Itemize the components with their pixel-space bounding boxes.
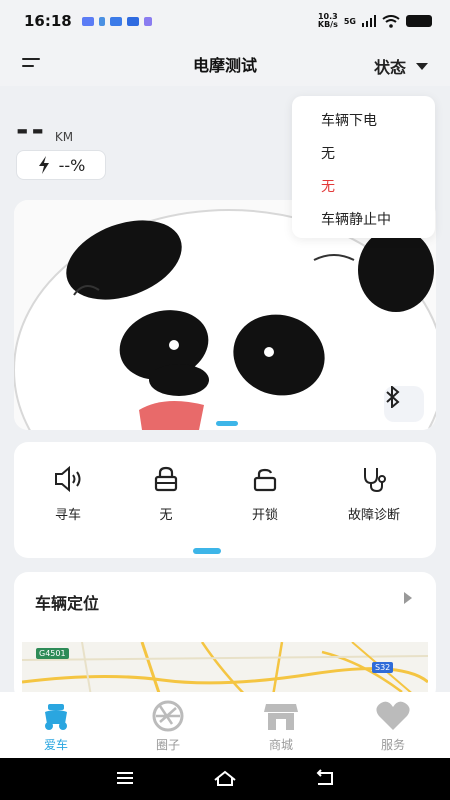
mileage-value: -- bbox=[16, 113, 47, 148]
location-title: 车辆定位 bbox=[35, 594, 100, 613]
system-navigation-bar bbox=[0, 758, 450, 800]
action-label: 故障诊断 bbox=[347, 508, 400, 523]
heart-icon bbox=[376, 701, 410, 730]
lock-icon bbox=[154, 466, 178, 492]
cell-signal-icon bbox=[362, 15, 376, 27]
stethoscope-icon bbox=[364, 468, 386, 493]
signal-label: 5G bbox=[343, 16, 356, 26]
tab-service[interactable]: 服务 bbox=[353, 700, 433, 753]
caret-down-icon bbox=[416, 62, 428, 70]
tab-label: 圈子 bbox=[155, 738, 180, 752]
bottom-tab-bar: 爱车 圈子 商城 服务 bbox=[0, 692, 450, 758]
action-label: 寻车 bbox=[54, 508, 81, 523]
tab-label: 服务 bbox=[380, 738, 405, 752]
tab-my-vehicle[interactable]: 爱车 bbox=[16, 700, 96, 753]
quick-actions-page-indicator bbox=[193, 548, 221, 554]
app-bar: 电摩测试 状态 bbox=[0, 42, 450, 86]
status-menu-item[interactable]: 无 bbox=[292, 174, 435, 207]
notification-icon bbox=[81, 16, 94, 26]
lock-button[interactable]: 无 bbox=[121, 464, 211, 523]
road-sign: S32 bbox=[372, 662, 394, 673]
store-icon bbox=[264, 704, 298, 730]
status-label: 状态 bbox=[373, 58, 406, 77]
status-bar: 16:18 10.3 KB/s 5G bbox=[0, 0, 450, 42]
tab-label: 商城 bbox=[268, 738, 293, 752]
find-vehicle-button[interactable]: 寻车 bbox=[23, 464, 113, 523]
status-dropdown-menu: 车辆下电 无 无 车辆静止中 bbox=[292, 96, 435, 238]
mileage-display: -- KM bbox=[16, 113, 74, 148]
bluetooth-button[interactable] bbox=[384, 386, 424, 422]
battery-level-chip: --% bbox=[16, 150, 106, 180]
scooter-icon bbox=[45, 704, 67, 730]
action-label: 开锁 bbox=[251, 508, 278, 523]
bluetooth-icon bbox=[386, 386, 400, 408]
chevron-right-icon[interactable] bbox=[404, 592, 412, 604]
notification-icons bbox=[81, 16, 152, 26]
tab-circle[interactable]: 圈子 bbox=[128, 700, 208, 753]
tab-label: 爱车 bbox=[43, 738, 68, 752]
battery-percent: --% bbox=[58, 155, 86, 175]
network-speed: 10.3 KB/s bbox=[317, 12, 338, 29]
mileage-unit: KM bbox=[54, 130, 74, 144]
status-menu-item[interactable]: 无 bbox=[292, 141, 435, 174]
lightning-icon bbox=[38, 156, 49, 174]
action-label: 无 bbox=[159, 508, 173, 523]
banner-page-indicator bbox=[216, 421, 238, 426]
fault-diagnosis-button[interactable]: 故障诊断 bbox=[329, 464, 419, 523]
status-time: 16:18 bbox=[24, 12, 72, 30]
wifi-icon bbox=[382, 14, 400, 28]
speaker-icon bbox=[55, 465, 81, 493]
road-sign: G4501 bbox=[36, 648, 69, 659]
battery-icon bbox=[406, 15, 432, 27]
vehicle-location-card[interactable]: 车辆定位 G4501 S32 bbox=[14, 572, 436, 702]
aperture-icon bbox=[152, 700, 184, 732]
tab-store[interactable]: 商城 bbox=[241, 700, 321, 753]
notification-icon bbox=[98, 16, 105, 26]
quick-actions-card: 寻车 无 开锁 故障诊断 bbox=[14, 442, 436, 558]
notification-icon bbox=[109, 16, 122, 26]
notification-icon bbox=[143, 16, 152, 26]
notification-icon bbox=[126, 16, 139, 26]
unlock-button[interactable]: 开锁 bbox=[220, 464, 310, 523]
status-menu-item[interactable]: 车辆静止中 bbox=[292, 207, 435, 240]
home-icon[interactable] bbox=[213, 768, 237, 788]
unlock-icon bbox=[253, 468, 277, 492]
menu-lines-icon[interactable] bbox=[115, 768, 135, 788]
back-icon[interactable] bbox=[314, 768, 336, 788]
status-menu-item[interactable]: 车辆下电 bbox=[292, 108, 435, 141]
status-dropdown-toggle[interactable]: 状态 bbox=[374, 54, 428, 78]
